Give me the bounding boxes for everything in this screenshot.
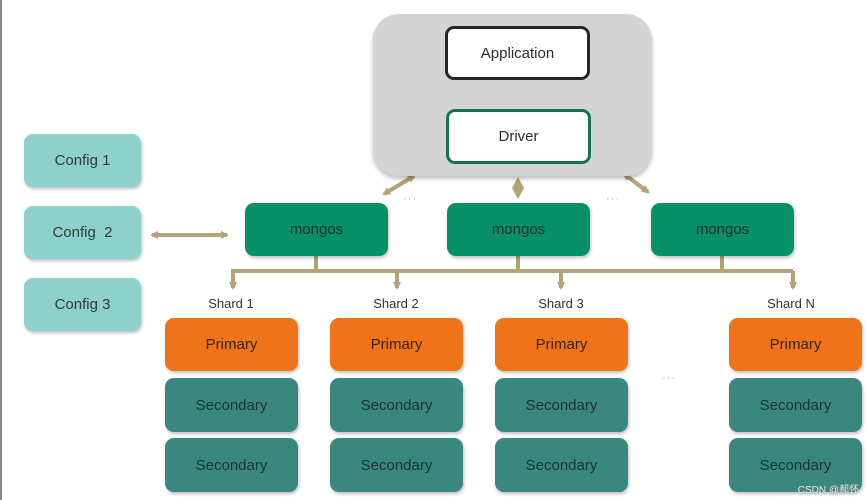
shard1-primary: Primary [165,318,298,371]
router-ellipsis: ··· [403,193,417,205]
mongos-router-3: mongos [651,203,794,256]
shard-label: Shard 3 [538,296,584,311]
config-server-1: Config 1 [24,134,141,187]
driver-label: Driver [498,128,539,145]
mongos-label: mongos [491,221,546,238]
mongos-label: mongos [289,221,344,238]
secondary-label: Secondary [360,396,433,414]
config-label: Config 3 [54,296,111,313]
secondary-label: Secondary [525,456,598,474]
application-label: Application [480,44,555,62]
shard2-secondary-2: Secondary [330,438,463,492]
secondary-label: Secondary [195,396,268,414]
application-node: Application [445,26,590,80]
shard-label: Shard N [767,296,815,311]
shard3-secondary-2: Secondary [495,438,628,492]
driver-mongos-connector-left [382,174,416,196]
primary-label: Primary [769,336,822,353]
driver-mongos-connector-right [622,172,650,194]
shard-label: Shard 1 [208,296,254,311]
secondary-label: Secondary [759,396,832,414]
shard3-secondary-1: Secondary [495,378,628,432]
secondary-label: Secondary [759,456,832,474]
shard-ellipsis: ··· [662,372,676,384]
router-ellipsis: ··· [606,193,620,205]
primary-label: Primary [370,336,423,353]
primary-label: Primary [205,336,258,353]
shard1-secondary-1: Secondary [165,378,298,432]
shard3-primary: Primary [495,318,628,371]
shardN-primary: Primary [729,318,862,371]
shard2-secondary-1: Secondary [330,378,463,432]
config-server-2: Config 2 [24,206,141,259]
shard-label: Shard 2 [373,296,419,311]
secondary-label: Secondary [525,396,598,414]
config-label: Config 2 [52,224,113,241]
secondary-label: Secondary [195,456,268,474]
shard1-secondary-2: Secondary [165,438,298,492]
config-server-3: Config 3 [24,278,141,331]
mongos-label: mongos [695,221,750,238]
mongos-router-1: mongos [245,203,388,256]
config-label: Config 1 [54,152,111,169]
secondary-label: Secondary [360,456,433,474]
driver-node: Driver [446,109,591,164]
watermark: CSDN @郝怀 [797,485,859,496]
shard2-primary: Primary [330,318,463,371]
driver-mongos-connector-center [512,177,524,199]
mongos-router-2: mongos [447,203,590,256]
primary-label: Primary [535,336,588,353]
shardN-secondary-1: Secondary [729,378,862,432]
